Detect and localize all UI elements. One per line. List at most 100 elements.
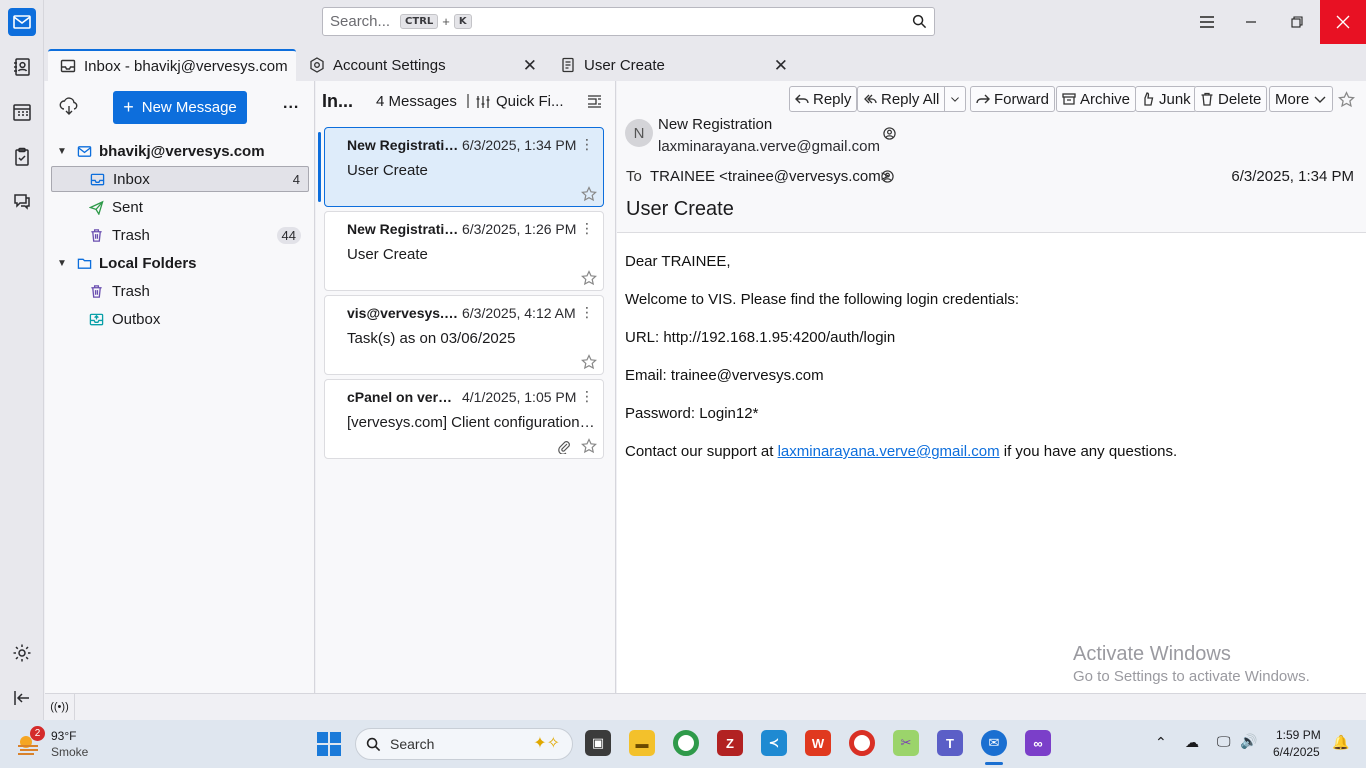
star-icon[interactable] <box>581 438 597 454</box>
forward-button[interactable]: Forward <box>970 86 1056 112</box>
volume-icon[interactable]: 🔊 <box>1240 733 1257 750</box>
close-tab-icon[interactable]: ✕ <box>523 56 537 76</box>
wps-office-icon[interactable]: W <box>805 730 831 756</box>
activation-watermark-subtitle: Go to Settings to activate Windows. <box>1073 668 1310 685</box>
settings-button[interactable] <box>8 639 36 667</box>
task-view-icon[interactable]: ▣ <box>585 730 611 756</box>
folder-trash[interactable]: Trash 44 <box>51 222 309 248</box>
tab-account-settings[interactable]: Account Settings ✕ <box>297 49 545 81</box>
visual-studio-icon[interactable]: ∞ <box>1025 730 1051 756</box>
message-card[interactable]: vis@vervesys.com 6/3/2025, 4:12 AM ⋮ Tas… <box>324 295 604 375</box>
quick-filter-button[interactable]: Quick Fi... <box>476 93 564 110</box>
restore-button[interactable] <box>1274 0 1320 44</box>
chrome-icon[interactable] <box>673 730 699 756</box>
trash-icon <box>91 228 102 242</box>
archive-label: Archive <box>1080 90 1131 108</box>
recipient[interactable]: TRAINEE <trainee@vervesys.com> <box>650 168 889 185</box>
search-icon[interactable] <box>912 14 927 29</box>
folder-sent[interactable]: Sent <box>51 194 309 220</box>
message-menu-icon[interactable]: ⋮ <box>580 388 594 405</box>
junk-button[interactable]: Junk <box>1135 86 1197 112</box>
folder-label: Trash <box>112 226 150 244</box>
taskbar-search-box[interactable]: Search ✦✧ <box>355 728 573 760</box>
message-card[interactable]: New Registration 6/3/2025, 1:26 PM ⋮ Use… <box>324 211 604 291</box>
chrome-profile-icon[interactable] <box>849 730 875 756</box>
delete-button[interactable]: Delete <box>1194 86 1268 112</box>
star-icon[interactable] <box>581 186 597 202</box>
account-row[interactable]: ▼ bhavikj@vervesys.com <box>51 138 309 164</box>
file-explorer-icon[interactable]: ▬ <box>629 730 655 756</box>
message-count-badge: 44 <box>276 226 301 244</box>
message-subject: User Create <box>347 246 428 263</box>
collapse-spaces-button[interactable] <box>8 684 36 712</box>
teams-icon[interactable]: T <box>937 730 963 756</box>
vscode-icon[interactable]: ≺ <box>761 730 787 756</box>
chevron-down-icon[interactable]: ▼ <box>57 146 71 157</box>
clock-time[interactable]: 1:59 PM <box>1276 728 1321 742</box>
message-card[interactable]: cPanel on vervesys.com 4/1/2025, 1:05 PM… <box>324 379 604 459</box>
tasks-button[interactable] <box>8 143 36 171</box>
onedrive-icon[interactable]: ☁ <box>1185 734 1199 751</box>
hamburger-icon <box>1200 16 1214 28</box>
app-menu-button[interactable] <box>1184 0 1230 44</box>
mail-space-button[interactable] <box>8 8 36 36</box>
account-mail-icon <box>77 145 92 157</box>
message-menu-icon[interactable]: ⋮ <box>580 304 594 321</box>
weather-widget[interactable]: 2 <box>16 726 45 756</box>
sender-name[interactable]: New Registration <box>658 116 772 133</box>
clock-date[interactable]: 6/4/2025 <box>1273 745 1320 759</box>
sender-email[interactable]: laxminarayana.verve@gmail.com <box>658 138 880 155</box>
reply-all-dropdown[interactable] <box>944 86 966 112</box>
online-status-icon[interactable]: ((•)) <box>45 694 75 720</box>
contact-icon[interactable] <box>881 170 894 183</box>
chat-button[interactable] <box>8 187 36 215</box>
list-options-icon[interactable] <box>587 94 602 109</box>
new-message-button[interactable]: + New Message <box>113 91 247 124</box>
message-card[interactable]: New Registration 6/3/2025, 1:34 PM ⋮ Use… <box>318 127 604 207</box>
calendar-button[interactable] <box>8 98 36 126</box>
selection-indicator <box>318 132 321 202</box>
folder-pane-more-button[interactable]: ... <box>283 95 299 113</box>
message-date: 6/3/2025, 1:26 PM <box>462 221 577 237</box>
shortcut-plus: + <box>442 14 450 29</box>
close-tab-icon[interactable]: ✕ <box>774 56 788 76</box>
address-book-button[interactable] <box>8 53 36 81</box>
archive-icon <box>1062 93 1076 105</box>
tab-inbox[interactable]: Inbox - bhavikj@vervesys.com <box>48 49 296 81</box>
reply-all-button[interactable]: Reply All <box>857 86 946 112</box>
local-folder-trash[interactable]: Trash <box>51 278 309 304</box>
star-icon[interactable] <box>581 354 597 370</box>
message-menu-icon[interactable]: ⋮ <box>580 220 594 237</box>
star-icon[interactable] <box>581 270 597 286</box>
support-email-link[interactable]: laxminarayana.verve@gmail.com <box>778 443 1000 460</box>
archive-button[interactable]: Archive <box>1056 86 1137 112</box>
chevron-up-icon[interactable]: ⌃ <box>1155 734 1167 751</box>
snipping-tool-icon[interactable]: ✂ <box>893 730 919 756</box>
network-icon[interactable]: 🖵 <box>1217 733 1231 750</box>
local-folder-outbox[interactable]: Outbox <box>51 306 309 332</box>
contact-icon[interactable] <box>883 127 896 140</box>
folder-inbox[interactable]: Inbox 4 <box>51 166 309 192</box>
start-button[interactable] <box>317 732 341 756</box>
star-icon[interactable] <box>1338 91 1355 108</box>
outbox-icon <box>89 313 104 325</box>
chevron-down-icon[interactable]: ▼ <box>57 258 71 269</box>
message-menu-icon[interactable]: ⋮ <box>580 136 594 153</box>
minimize-button[interactable] <box>1228 0 1274 44</box>
trash-icon <box>91 284 102 298</box>
contact-prefix: Contact our support at <box>625 443 774 460</box>
close-window-button[interactable] <box>1320 0 1366 44</box>
spaces-toolbar <box>0 0 44 720</box>
get-messages-icon[interactable] <box>59 97 79 117</box>
more-button[interactable]: More <box>1269 86 1334 112</box>
local-folders-row[interactable]: ▼ Local Folders <box>51 250 309 276</box>
splitter-handle[interactable] <box>467 94 469 108</box>
filezilla-icon[interactable]: Z <box>717 730 743 756</box>
global-search-input[interactable]: Search... CTRL + K <box>322 7 935 36</box>
more-label: More <box>1275 90 1310 108</box>
tab-user-create[interactable]: User Create ✕ <box>548 49 796 81</box>
reading-pane: Reply Reply All Forward Archive Junk Del… <box>617 81 1366 693</box>
thunderbird-icon[interactable]: ✉ <box>981 730 1007 756</box>
reply-button[interactable]: Reply <box>789 86 858 112</box>
notification-icon[interactable]: 🔔 <box>1332 734 1349 751</box>
